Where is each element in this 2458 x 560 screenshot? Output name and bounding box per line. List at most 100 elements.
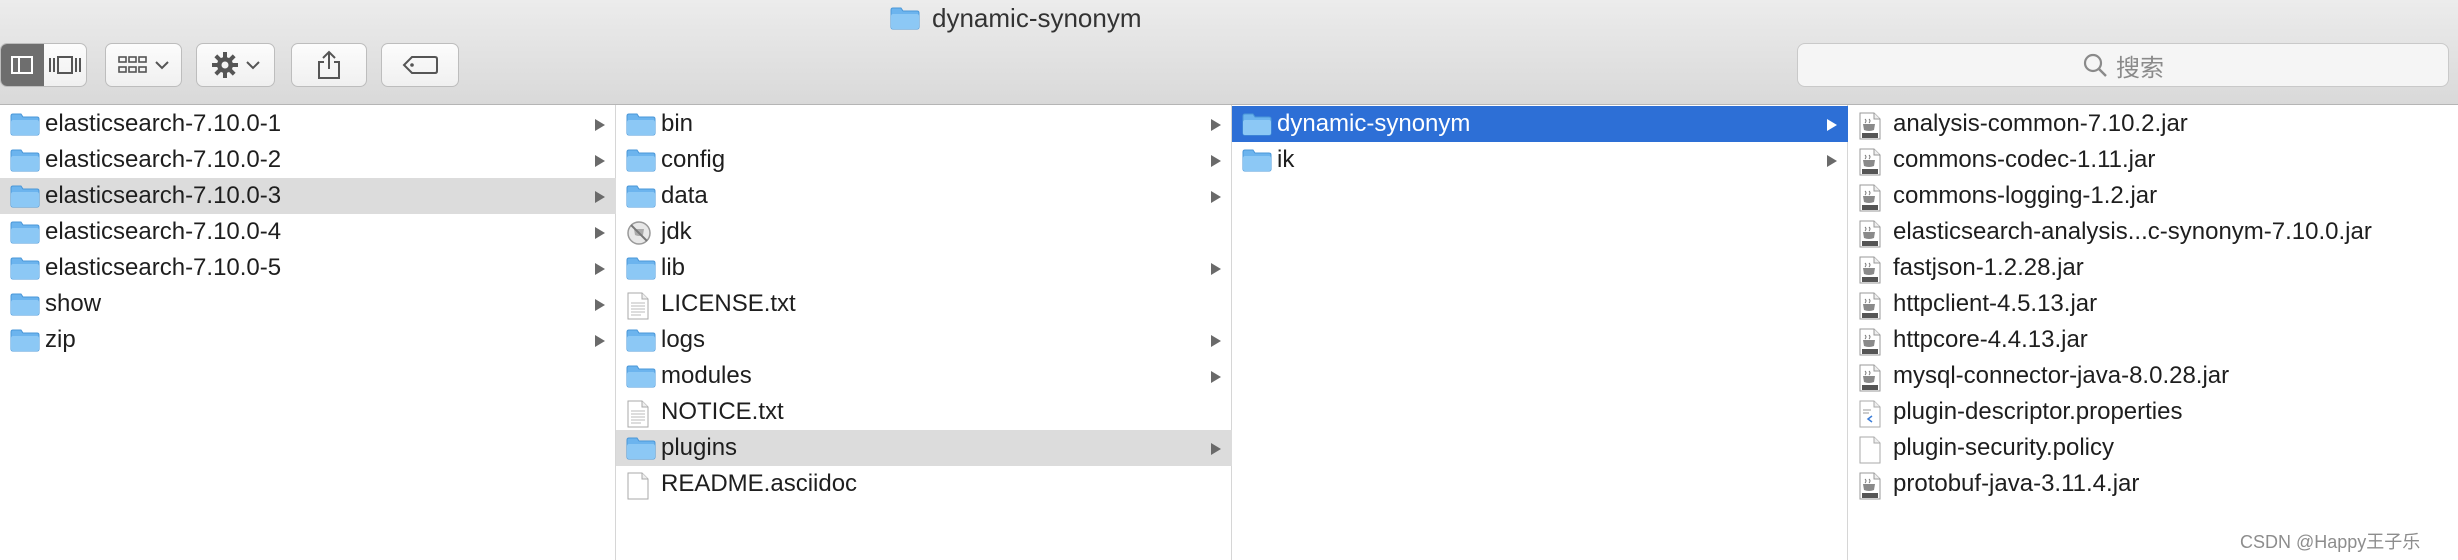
search-field[interactable]: 搜索 (1797, 43, 2449, 87)
item-label: dynamic-synonym (1277, 110, 1471, 137)
disclosure-arrow-icon (595, 299, 605, 311)
disclosure-arrow-icon (1827, 119, 1837, 131)
folder-row[interactable]: elasticsearch-7.10.0-1 (0, 106, 616, 142)
folder-icon (626, 148, 656, 179)
chevron-down-icon (154, 61, 169, 70)
folder-row[interactable]: ik (1232, 142, 1848, 178)
folder-row[interactable]: lib (616, 250, 1232, 286)
item-label: analysis-common-7.10.2.jar (1893, 110, 2188, 137)
file-row[interactable]: fastjson-1.2.28.jar (1848, 250, 2458, 286)
file-row[interactable]: plugin-descriptor.properties (1848, 394, 2458, 430)
folder-icon (890, 7, 920, 30)
folder-row[interactable]: logs (616, 322, 1232, 358)
disclosure-arrow-icon (595, 155, 605, 167)
browser-column-2: bin config data jdk lib LICENSE.txt logs module… (616, 105, 1232, 560)
cover-flow-view-button[interactable] (44, 44, 87, 86)
folder-row[interactable]: modules (616, 358, 1232, 394)
item-label: elasticsearch-7.10.0-2 (45, 146, 282, 173)
file-row[interactable]: mysql-connector-java-8.0.28.jar (1848, 358, 2458, 394)
folder-icon (10, 292, 40, 323)
item-label: fastjson-1.2.28.jar (1893, 254, 2084, 281)
disclosure-arrow-icon (595, 335, 605, 347)
folder-row[interactable]: elasticsearch-7.10.0-3 (0, 178, 616, 214)
toolbar: dynamic-synonym 搜索 (0, 0, 2458, 105)
jar-file-icon (1858, 472, 1882, 507)
folder-icon (626, 436, 656, 467)
item-label: mysql-connector-java-8.0.28.jar (1893, 362, 2230, 389)
disclosure-arrow-icon (1211, 119, 1221, 131)
browser-column-4: analysis-common-7.10.2.jar commons-codec-… (1848, 105, 2458, 560)
share-button[interactable] (291, 43, 367, 87)
file-row[interactable]: httpcore-4.4.13.jar (1848, 322, 2458, 358)
column-view-button[interactable] (1, 44, 44, 86)
item-label: plugin-descriptor.properties (1893, 398, 2183, 425)
tag-icon (402, 56, 438, 74)
disclosure-arrow-icon (595, 191, 605, 203)
file-row[interactable]: NOTICE.txt (616, 394, 1232, 430)
folder-icon (626, 184, 656, 215)
folder-icon (1242, 148, 1272, 179)
file-row[interactable]: LICENSE.txt (616, 286, 1232, 322)
item-label: httpcore-4.4.13.jar (1893, 326, 2088, 353)
view-mode-group[interactable] (0, 43, 87, 87)
window-title-text: dynamic-synonym (932, 2, 1142, 33)
item-label: ik (1277, 146, 1295, 173)
blank-file-icon (626, 472, 650, 507)
folder-icon (10, 148, 40, 179)
item-label: elasticsearch-7.10.0-3 (45, 182, 282, 209)
file-row[interactable]: analysis-common-7.10.2.jar (1848, 106, 2458, 142)
item-label: plugins (661, 434, 738, 461)
disclosure-arrow-icon (1211, 263, 1221, 275)
share-icon (318, 50, 340, 79)
file-row[interactable]: protobuf-java-3.11.4.jar (1848, 466, 2458, 502)
item-label: protobuf-java-3.11.4.jar (1893, 470, 2140, 497)
folder-row[interactable]: bin (616, 106, 1232, 142)
folder-row[interactable]: config (616, 142, 1232, 178)
item-label: elasticsearch-7.10.0-4 (45, 218, 282, 245)
folder-icon (10, 256, 40, 287)
folder-row[interactable]: show (0, 286, 616, 322)
disclosure-arrow-icon (595, 227, 605, 239)
folder-row[interactable]: zip (0, 322, 616, 358)
item-label: modules (661, 362, 752, 389)
folder-icon (10, 184, 40, 215)
disclosure-arrow-icon (1827, 155, 1837, 167)
folder-icon (10, 328, 40, 359)
item-label: zip (45, 326, 76, 353)
item-label: bin (661, 110, 694, 137)
item-label: data (661, 182, 708, 209)
disclosure-arrow-icon (1211, 335, 1221, 347)
item-label: NOTICE.txt (661, 398, 784, 425)
watermark: CSDN @Happy王子乐 (2240, 532, 2421, 552)
folder-row[interactable]: elasticsearch-7.10.0-4 (0, 214, 616, 250)
item-label: config (661, 146, 726, 173)
item-label: logs (661, 326, 706, 353)
folder-row[interactable]: dynamic-synonym (1232, 106, 1848, 142)
item-label: plugin-security.policy (1893, 434, 2114, 461)
folder-row[interactable]: elasticsearch-7.10.0-5 (0, 250, 616, 286)
file-row[interactable]: jdk (616, 214, 1232, 250)
group-by-button[interactable] (105, 43, 182, 87)
folder-row[interactable]: data (616, 178, 1232, 214)
column-view-icon (11, 56, 34, 74)
item-label: elasticsearch-7.10.0-1 (45, 110, 282, 137)
file-row[interactable]: plugin-security.policy (1848, 430, 2458, 466)
item-label: commons-codec-1.11.jar (1893, 146, 2156, 173)
file-row[interactable]: elasticsearch-analysis...c-synonym-7.10.… (1848, 214, 2458, 250)
disclosure-arrow-icon (1211, 191, 1221, 203)
browser-column-1: elasticsearch-7.10.0-1 elasticsearch-7.10… (0, 105, 616, 560)
file-row[interactable]: commons-codec-1.11.jar (1848, 142, 2458, 178)
file-row[interactable]: httpclient-4.5.13.jar (1848, 286, 2458, 322)
folder-row[interactable]: elasticsearch-7.10.0-2 (0, 142, 616, 178)
item-label: commons-logging-1.2.jar (1893, 182, 2158, 209)
folder-row[interactable]: plugins (616, 430, 1232, 466)
edit-tags-button[interactable] (381, 43, 459, 87)
file-row[interactable]: README.asciidoc (616, 466, 1232, 502)
search-icon (2083, 53, 2107, 77)
file-row[interactable]: commons-logging-1.2.jar (1848, 178, 2458, 214)
disclosure-arrow-icon (1211, 443, 1221, 455)
action-menu-button[interactable] (196, 43, 275, 87)
item-label: LICENSE.txt (661, 290, 796, 317)
gear-icon (211, 52, 238, 78)
folder-icon (626, 256, 656, 287)
